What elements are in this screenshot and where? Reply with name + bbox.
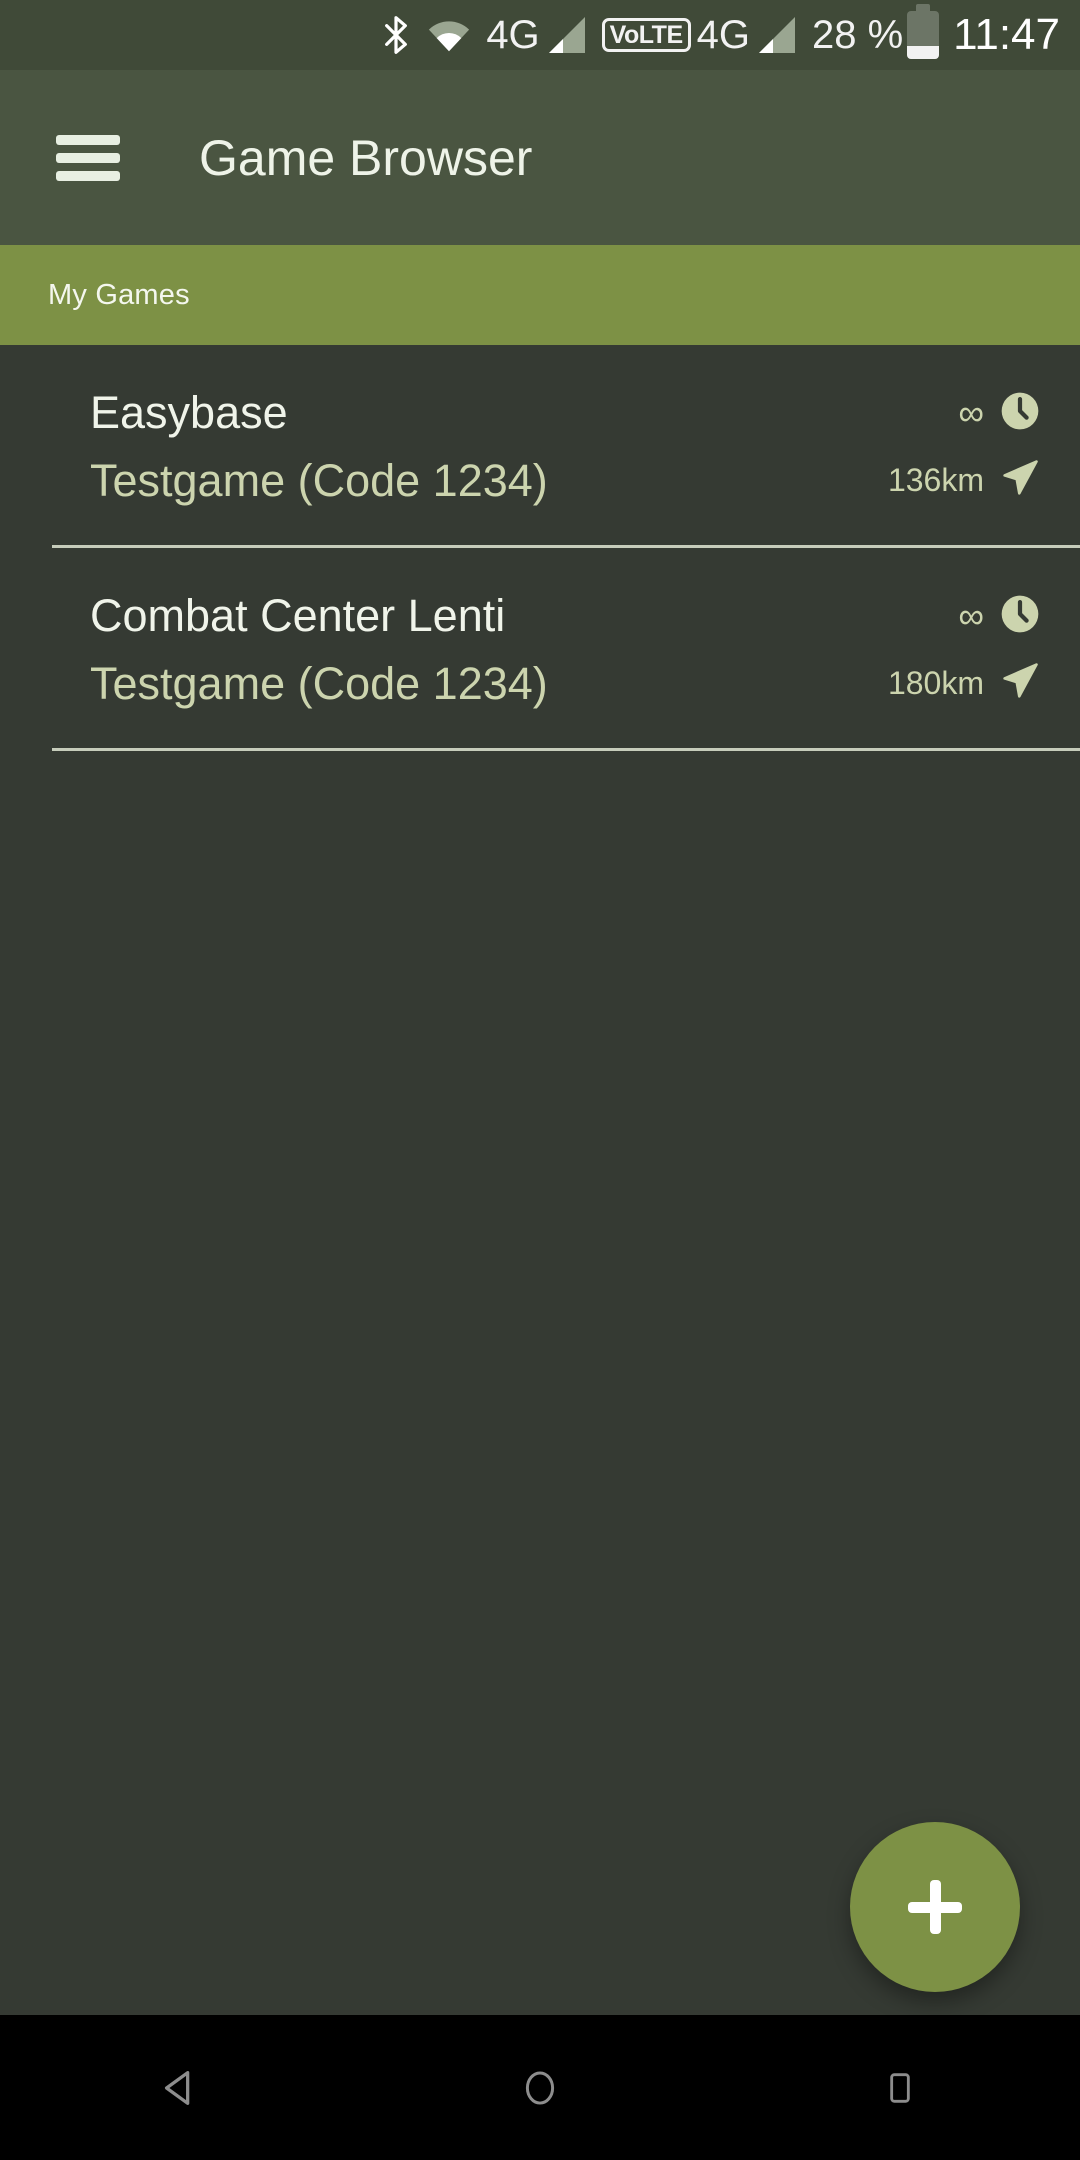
list-item-meta: ∞ 136km: [888, 389, 1042, 505]
tab-my-games[interactable]: My Games: [48, 279, 190, 312]
bluetooth-icon: [380, 13, 412, 57]
status-bar: 4G VoLTE 4G 28 % 11:47: [0, 0, 1080, 70]
add-game-fab[interactable]: [850, 1822, 1020, 1992]
duration-value: ∞: [958, 595, 984, 636]
clock-icon: [998, 389, 1042, 438]
network-type-1: 4G: [486, 12, 540, 57]
volte-icon: VoLTE: [601, 17, 691, 53]
list-item[interactable]: Combat Center Lenti Testgame (Code 1234)…: [0, 548, 1080, 751]
home-button[interactable]: [465, 2015, 615, 2160]
distance-row: 180km: [888, 659, 1042, 708]
wifi-icon: [426, 13, 472, 57]
clock-icon: [998, 592, 1042, 641]
list-item-subtitle: Testgame (Code 1234): [90, 455, 548, 506]
list-item-title: Combat Center Lenti: [90, 589, 506, 641]
network-type-2: 4G: [696, 12, 750, 57]
list-item[interactable]: Easybase Testgame (Code 1234) ∞ 136km: [0, 345, 1080, 548]
game-list: Easybase Testgame (Code 1234) ∞ 136km Co…: [0, 345, 1080, 2015]
tab-bar: My Games: [0, 245, 1080, 345]
recents-button[interactable]: [825, 2015, 975, 2160]
status-bar-clock: 11:47: [953, 10, 1060, 59]
navigation-arrow-icon: [998, 659, 1042, 708]
battery-percent-label: 28 %: [811, 12, 904, 57]
list-item-subtitle: Testgame (Code 1234): [90, 658, 548, 709]
back-button[interactable]: [105, 2015, 255, 2160]
list-item-title: Easybase: [90, 386, 288, 438]
hamburger-menu-icon[interactable]: [56, 134, 120, 181]
android-nav-bar: [0, 2015, 1080, 2160]
page-title: Game Browser: [199, 129, 533, 186]
duration-row: ∞: [958, 592, 1042, 641]
navigation-arrow-icon: [998, 456, 1042, 505]
distance-value: 180km: [887, 664, 984, 701]
signal-icon: [546, 15, 588, 55]
list-item-text: Easybase Testgame (Code 1234): [90, 383, 888, 511]
duration-value: ∞: [958, 392, 984, 433]
list-item-meta: ∞ 180km: [888, 592, 1042, 708]
app-bar: Game Browser: [0, 70, 1080, 245]
list-divider: [52, 748, 1080, 751]
battery-icon: [907, 4, 940, 59]
duration-row: ∞: [958, 389, 1042, 438]
signal-icon-2: [756, 15, 798, 55]
distance-value: 136km: [887, 461, 984, 498]
list-item-text: Combat Center Lenti Testgame (Code 1234): [90, 586, 888, 714]
plus-icon-vertical: [929, 1880, 941, 1934]
distance-row: 136km: [888, 456, 1042, 505]
